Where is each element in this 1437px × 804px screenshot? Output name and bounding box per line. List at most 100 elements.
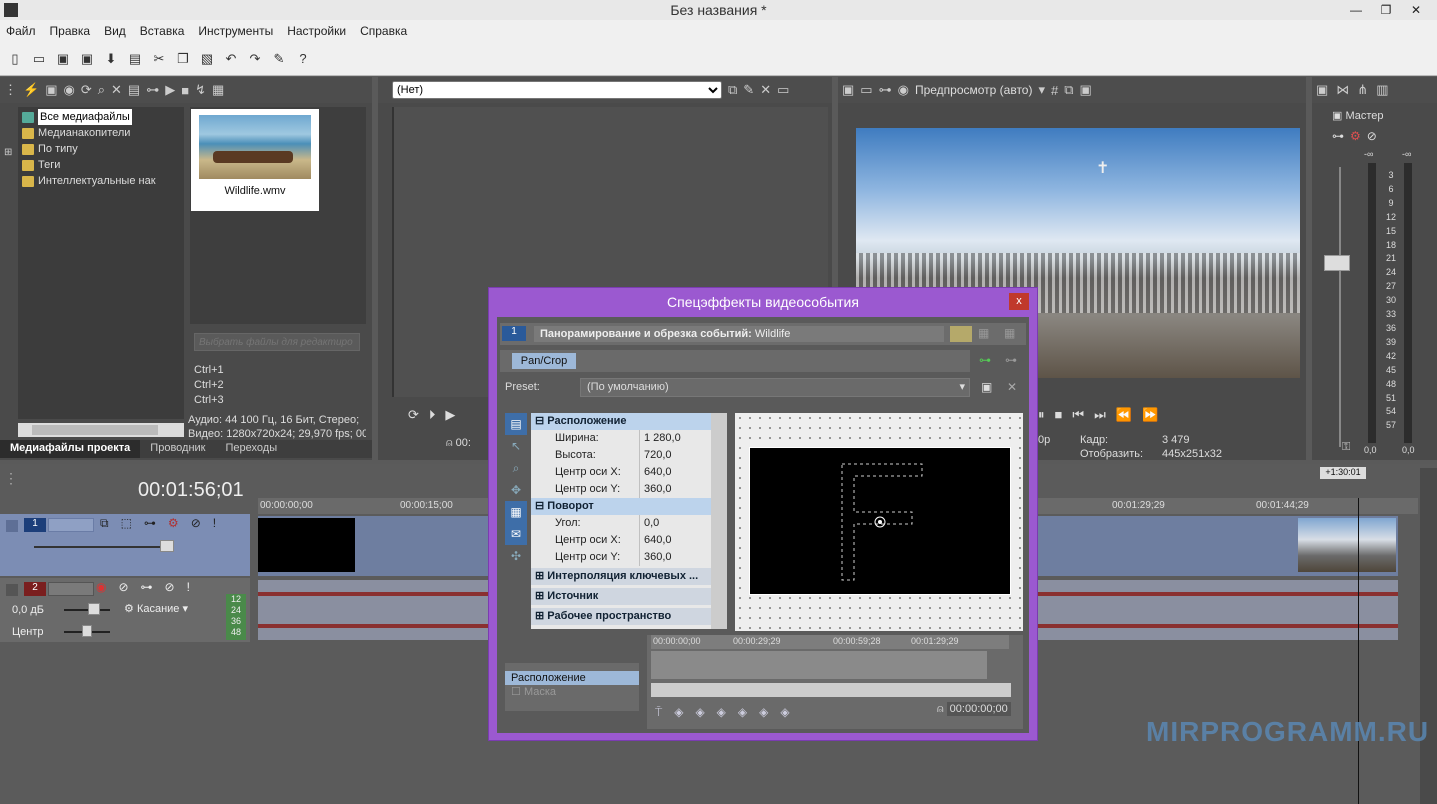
help-icon[interactable]: ?	[294, 50, 312, 68]
property-row[interactable]: Центр оси X: 640,0	[531, 464, 727, 481]
menu-file[interactable]: Файл	[6, 24, 36, 38]
prev-keyframe-icon[interactable]: ◈	[695, 705, 704, 720]
trim-tool-icon[interactable]: ⧉	[728, 82, 737, 98]
stop-icon[interactable]: ■	[1055, 407, 1063, 423]
menu-insert[interactable]: Вставка	[140, 24, 185, 38]
fx-gear-icon[interactable]: ⚙	[1350, 129, 1361, 143]
save-preset-icon[interactable]: ▣	[981, 380, 992, 394]
track-name-field[interactable]	[48, 582, 94, 596]
horizontal-scrollbar[interactable]	[18, 423, 184, 437]
overlay-icon[interactable]: ◉	[898, 82, 909, 98]
clear-icon[interactable]: ✕	[760, 82, 771, 98]
external-monitor-icon[interactable]: ▭	[860, 82, 872, 98]
effects-icon[interactable]: ▤	[128, 82, 140, 98]
new-file-icon[interactable]: ▯	[6, 50, 24, 68]
lock-aspect-icon[interactable]: ✉	[505, 523, 527, 545]
compositing-icon[interactable]: ⧉	[100, 516, 109, 531]
grid-icon[interactable]: #	[1051, 83, 1058, 98]
add-keyframe-icon[interactable]: ◈	[717, 705, 726, 720]
last-keyframe-icon[interactable]: ◈	[759, 705, 768, 720]
property-row[interactable]: Центр оси Y: 360,0	[531, 549, 727, 566]
edit-tool-icon[interactable]: ✎	[743, 82, 754, 98]
pause-icon[interactable]: ⏸	[1038, 407, 1045, 423]
monitor-icon[interactable]: ▭	[777, 82, 789, 98]
property-row[interactable]: Ширина: 1 280,0	[531, 430, 727, 447]
opacity-slider[interactable]	[34, 546, 174, 548]
section-position[interactable]: ⊟ Расположение	[531, 413, 727, 430]
property-row[interactable]: Центр оси Y: 360,0	[531, 481, 727, 498]
volume-slider-handle[interactable]	[88, 603, 100, 615]
pancrop-workspace[interactable]	[735, 413, 1023, 631]
chevron-down-icon[interactable]: ▾	[1038, 82, 1045, 98]
remove-plugin-icon[interactable]: ⊶	[1005, 353, 1017, 367]
play-icon[interactable]: ▶	[165, 82, 175, 98]
mute-icon[interactable]: ⊘	[1367, 129, 1377, 143]
open-folder-icon[interactable]: ▭	[30, 50, 48, 68]
fx-chain-icon[interactable]: ⊶	[141, 580, 153, 594]
import-icon[interactable]: ⚡	[23, 82, 39, 98]
checkbox-icon[interactable]: ☐	[511, 686, 521, 698]
views-icon[interactable]: ▦	[212, 82, 224, 98]
tab-transitions[interactable]: Переходы	[216, 440, 288, 458]
video-event-thumbnail[interactable]	[1298, 518, 1396, 572]
move-free-icon[interactable]: ✣	[505, 545, 527, 567]
preset-dropdown[interactable]: (По умолчанию) ▾	[580, 378, 970, 397]
kf-hscrollbar[interactable]	[651, 683, 1011, 697]
play-from-start-icon[interactable]: ⏵	[429, 407, 436, 423]
move-tool-icon[interactable]: ✥	[505, 479, 527, 501]
fx-chain-icon[interactable]: ⊶	[144, 516, 156, 531]
properties-icon[interactable]: ▤	[126, 50, 144, 68]
cut-icon[interactable]: ✂	[150, 50, 168, 68]
property-row[interactable]: Угол: 0,0	[531, 515, 727, 532]
mute-icon[interactable]: ⊘	[191, 516, 201, 531]
save-snapshot-icon[interactable]: ▣	[1080, 82, 1092, 98]
phase-icon[interactable]: ⊘	[118, 580, 128, 594]
section-rotation[interactable]: ⊟ Поворот	[531, 498, 727, 515]
playhead[interactable]	[1358, 498, 1359, 804]
preview-mode-dropdown[interactable]: Предпросмотр (авто)	[915, 83, 1033, 97]
zoom-tool-icon[interactable]: ⌕	[505, 457, 527, 479]
media-thumbnail-item[interactable]: Wildlife.wmv	[191, 109, 319, 211]
minimize-icon[interactable]: —	[1341, 0, 1371, 20]
split-screen-icon[interactable]: ⊶	[879, 82, 892, 98]
filter-input[interactable]	[194, 333, 360, 351]
next-frame-icon[interactable]: ⏭	[1094, 407, 1106, 423]
crop-frame[interactable]	[749, 447, 1011, 595]
plugin-icon[interactable]: ⊶	[146, 82, 159, 98]
search-media-icon[interactable]: ⌕	[98, 82, 105, 98]
layout-single-icon[interactable]	[950, 326, 972, 342]
menu-view[interactable]: Вид	[104, 24, 126, 38]
kf-track-mask[interactable]: ☐ Маска	[505, 685, 639, 699]
property-row[interactable]: Центр оси X: 640,0	[531, 532, 727, 549]
stop-icon[interactable]: ■	[181, 83, 189, 98]
tab-project-media[interactable]: Медиафайлы проекта	[0, 440, 141, 458]
tree-item-all[interactable]: Все медиафайлы	[22, 109, 180, 125]
tree-item-tags[interactable]: Теги	[22, 157, 180, 173]
track-name-field[interactable]	[48, 518, 94, 532]
layout-triple-icon[interactable]: ▦	[1004, 326, 1026, 342]
properties-scrollbar[interactable]	[711, 413, 727, 629]
master-props-icon[interactable]: ▣	[1316, 82, 1328, 98]
copy-snapshot-icon[interactable]: ⧉	[1064, 82, 1073, 98]
kf-track-position[interactable]: Расположение	[505, 671, 639, 685]
solo-icon[interactable]: !	[213, 516, 216, 531]
capture-icon[interactable]: ▣	[45, 82, 57, 98]
opacity-slider-handle[interactable]	[160, 540, 174, 552]
automation-mode[interactable]: ⚙ Касание ▾	[124, 602, 188, 615]
menu-settings[interactable]: Настройки	[287, 24, 346, 38]
expand-icon[interactable]: ⊞	[4, 147, 12, 158]
copy-icon[interactable]: ❐	[174, 50, 192, 68]
menu-tools[interactable]: Инструменты	[198, 24, 273, 38]
paste-icon[interactable]: ▧	[198, 50, 216, 68]
mute-icon[interactable]: ⊘	[165, 580, 175, 594]
snap-grid-icon[interactable]: ▦	[505, 501, 527, 523]
render-icon[interactable]: ⬇	[102, 50, 120, 68]
sync-cursor-icon[interactable]: ⍑	[655, 705, 662, 720]
properties-tool-icon[interactable]: ▤	[505, 413, 527, 435]
meter-options-icon[interactable]: ▥	[1376, 82, 1388, 98]
preview-props-icon[interactable]: ▣	[842, 82, 854, 98]
close-icon[interactable]: ✕	[1401, 0, 1431, 20]
add-plugin-icon[interactable]: ⊶	[979, 353, 991, 367]
tree-item-type[interactable]: По типу	[22, 141, 180, 157]
trimmer-select[interactable]: (Нет)	[392, 81, 722, 99]
